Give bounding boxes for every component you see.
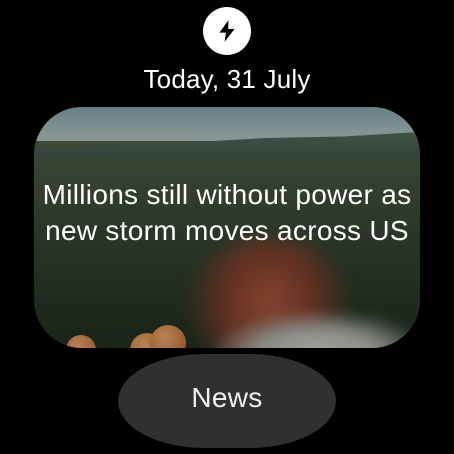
news-button[interactable]: News [118, 354, 336, 448]
news-card[interactable]: Millions still without power as new stor… [34, 107, 420, 348]
lightning-bolt-glyph [219, 20, 235, 42]
lightning-bolt-icon [203, 7, 251, 55]
news-button-label: News [191, 382, 263, 413]
watch-screen: Today, 31 July Millions still without po… [0, 0, 454, 454]
news-headline: Millions still without power as new stor… [42, 179, 412, 246]
date-label: Today, 31 July [143, 64, 311, 94]
